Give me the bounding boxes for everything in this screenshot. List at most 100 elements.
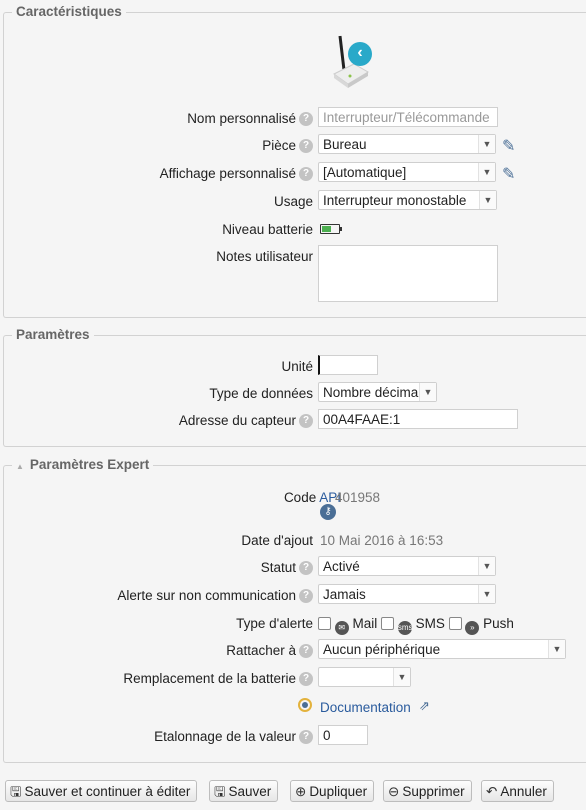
usage-label: Usage bbox=[273, 194, 313, 209]
help-icon[interactable]: ? bbox=[299, 730, 313, 744]
edit-room-pencil-icon[interactable]: ✎ bbox=[502, 136, 515, 156]
display-select[interactable]: [Automatique] ▼ bbox=[318, 162, 496, 182]
expert-title[interactable]: ▲ Paramètres Expert bbox=[12, 457, 154, 472]
save-label: Sauver bbox=[228, 784, 272, 799]
push-label: Push bbox=[483, 616, 514, 631]
battery-icon bbox=[320, 224, 342, 234]
chevron-down-icon: ▼ bbox=[478, 163, 495, 181]
mail-checkbox[interactable] bbox=[318, 617, 331, 630]
battery-replace-label: Remplacement de la batterie bbox=[123, 671, 296, 686]
mail-icon: ✉ bbox=[334, 621, 349, 635]
mail-label: Mail bbox=[352, 616, 378, 631]
undo-icon: ↶ bbox=[486, 784, 498, 799]
room-select-value: Bureau bbox=[323, 137, 367, 152]
key-icon[interactable]: ⚷ bbox=[320, 504, 336, 520]
name-input[interactable]: Interrupteur/Télécommande bbox=[318, 107, 498, 127]
notes-textarea[interactable] bbox=[318, 245, 498, 302]
alert-select-value: Jamais bbox=[323, 587, 366, 602]
documentation-icon bbox=[298, 698, 312, 712]
room-row: Pièce ? Bureau ▼ ✎ bbox=[0, 134, 586, 156]
notes-label: Notes utilisateur bbox=[216, 249, 313, 264]
code-label: Code API bbox=[284, 490, 341, 505]
battery-replace-select[interactable]: ▼ bbox=[318, 667, 411, 687]
display-label: Affichage personnalisé bbox=[159, 166, 296, 181]
help-icon[interactable]: ? bbox=[299, 414, 313, 428]
name-label: Nom personnalisé bbox=[187, 111, 296, 126]
alerttype-options: ✉ Mail sms SMS » Push bbox=[318, 616, 514, 635]
calibration-input[interactable]: 0 bbox=[318, 725, 368, 745]
unit-input[interactable] bbox=[318, 355, 378, 375]
usage-select[interactable]: Interrupteur monostable ▼ bbox=[318, 190, 497, 210]
attach-select-value: Aucun périphérique bbox=[323, 642, 441, 657]
help-icon[interactable]: ? bbox=[299, 139, 313, 153]
alert-row: Alerte sur non communication ? Jamais ▼ bbox=[0, 584, 586, 606]
chevron-down-icon: ▼ bbox=[478, 557, 495, 575]
sms-checkbox[interactable] bbox=[381, 617, 395, 630]
status-label: Statut bbox=[260, 560, 296, 575]
status-row: Statut ? Activé ▼ bbox=[0, 556, 586, 578]
doc-row: Documentation ⇗ bbox=[0, 697, 586, 719]
address-label: Adresse du capteur bbox=[178, 413, 296, 428]
datatype-row: Type de données Nombre décima ▼ bbox=[0, 382, 586, 404]
duplicate-button[interactable]: ⊕ Dupliquer bbox=[290, 780, 375, 802]
battery-label: Niveau batterie bbox=[222, 222, 313, 237]
save-button[interactable]: 🖫 Sauver bbox=[209, 780, 279, 802]
expert-title-text: Paramètres Expert bbox=[29, 457, 150, 472]
back-chevron-icon[interactable]: ‹ bbox=[348, 42, 372, 66]
save-continue-label: Sauver et continuer à éditer bbox=[24, 784, 191, 799]
display-select-value: [Automatique] bbox=[323, 165, 407, 180]
push-checkbox[interactable] bbox=[448, 617, 462, 630]
code-value: 401958 bbox=[335, 490, 381, 505]
battery-replace-row: Remplacement de la batterie ? ▼ bbox=[0, 667, 586, 689]
name-row: Nom personnalisé ? Interrupteur/Télécomm… bbox=[0, 107, 586, 129]
chevron-down-icon: ▼ bbox=[419, 383, 436, 401]
duplicate-label: Dupliquer bbox=[309, 784, 368, 799]
room-select[interactable]: Bureau ▼ bbox=[318, 134, 496, 154]
attach-select[interactable]: Aucun périphérique ▼ bbox=[318, 639, 566, 659]
help-icon[interactable]: ? bbox=[299, 672, 313, 686]
help-icon[interactable]: ? bbox=[299, 589, 313, 603]
help-icon[interactable]: ? bbox=[299, 112, 313, 126]
cancel-label: Annuler bbox=[500, 784, 547, 799]
minus-circle-icon: ⊖ bbox=[388, 784, 400, 799]
push-icon: » bbox=[465, 621, 480, 635]
calibration-label: Etalonnage de la valeur bbox=[154, 729, 296, 744]
chevron-down-icon: ▼ bbox=[479, 191, 496, 209]
external-link-icon[interactable]: ⇗ bbox=[419, 698, 430, 714]
help-icon[interactable]: ? bbox=[299, 644, 313, 658]
plus-circle-icon: ⊕ bbox=[295, 784, 307, 799]
status-select-value: Activé bbox=[323, 559, 360, 574]
parameters-title: Paramètres bbox=[12, 327, 94, 342]
floppy-icon: 🖫 bbox=[214, 784, 226, 799]
save-continue-button[interactable]: 🖫 Sauver et continuer à éditer bbox=[5, 780, 198, 802]
attach-row: Rattacher à ? Aucun périphérique ▼ bbox=[0, 639, 586, 661]
code-label-text: Code bbox=[283, 490, 317, 505]
alert-select[interactable]: Jamais ▼ bbox=[318, 584, 496, 604]
chevron-down-icon: ▼ bbox=[393, 668, 410, 686]
usage-row: Usage Interrupteur monostable ▼ bbox=[0, 190, 586, 212]
cancel-button[interactable]: ↶ Annuler bbox=[481, 780, 554, 802]
status-select[interactable]: Activé ▼ bbox=[318, 556, 496, 576]
help-icon[interactable]: ? bbox=[299, 561, 313, 575]
notes-row: Notes utilisateur bbox=[0, 245, 586, 302]
datatype-select[interactable]: Nombre décima ▼ bbox=[318, 382, 437, 402]
room-label: Pièce bbox=[262, 138, 296, 153]
help-icon[interactable]: ? bbox=[299, 167, 313, 181]
collapse-triangle-icon: ▲ bbox=[16, 462, 24, 471]
edit-display-pencil-icon[interactable]: ✎ bbox=[502, 164, 515, 184]
battery-row: Niveau batterie bbox=[0, 218, 586, 240]
characteristics-title: Caractéristiques bbox=[12, 4, 126, 19]
delete-button[interactable]: ⊖ Supprimer bbox=[383, 780, 472, 802]
address-input[interactable]: 00A4FAAE:1 bbox=[318, 409, 518, 429]
documentation-link[interactable]: Documentation bbox=[320, 700, 411, 715]
attach-label: Rattacher à bbox=[226, 643, 296, 658]
address-row: Adresse du capteur ? 00A4FAAE:1 bbox=[0, 409, 586, 431]
calibration-row: Etalonnage de la valeur ? 0 bbox=[0, 725, 586, 747]
chevron-down-icon: ▼ bbox=[478, 585, 495, 603]
date-value: 10 Mai 2016 à 16:53 bbox=[320, 533, 444, 548]
datatype-select-value: Nombre décima bbox=[323, 385, 419, 400]
sms-icon: sms bbox=[397, 621, 413, 635]
display-row: Affichage personnalisé ? [Automatique] ▼… bbox=[0, 162, 586, 184]
date-label: Date d'ajout bbox=[241, 533, 313, 548]
alert-label: Alerte sur non communication bbox=[117, 588, 296, 603]
